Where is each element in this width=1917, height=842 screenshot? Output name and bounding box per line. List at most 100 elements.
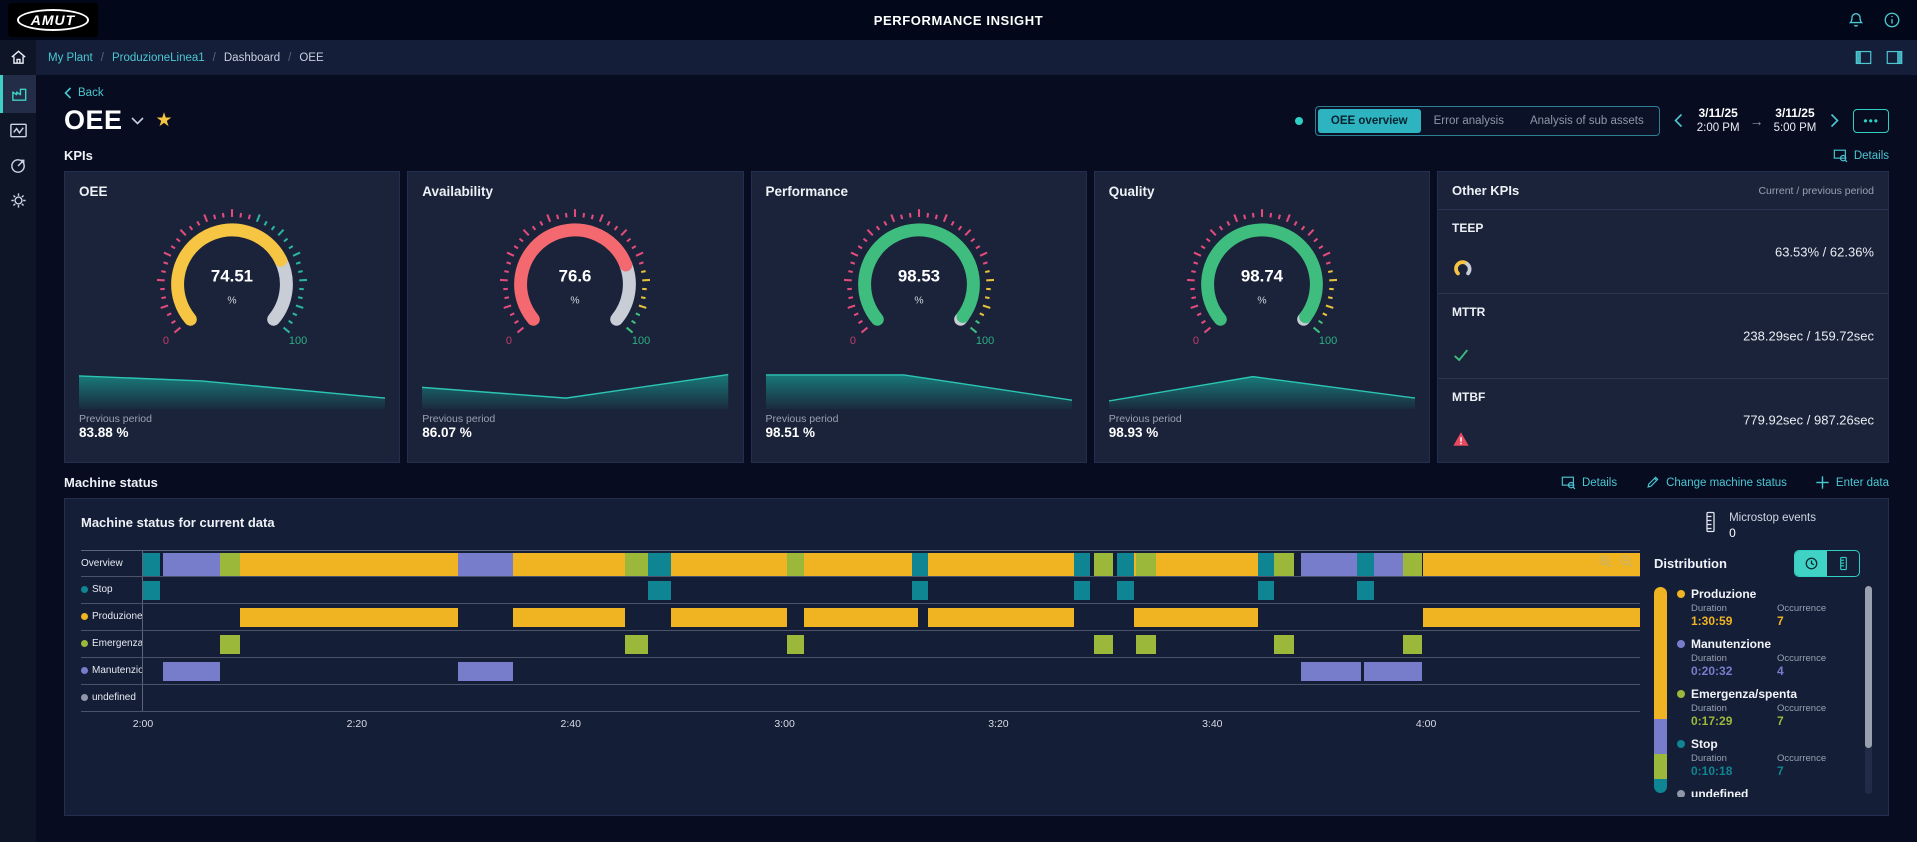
kpi-card-title: Availability (422, 184, 494, 199)
sidebar-item-monitoring[interactable] (0, 113, 36, 148)
svg-text:0: 0 (163, 335, 169, 347)
gantt-bar-produzione[interactable] (671, 552, 787, 576)
svg-text:%: % (1257, 296, 1266, 307)
kpi-details-button[interactable]: Details (1833, 148, 1889, 163)
distribution-bar-segment (1654, 778, 1667, 793)
gantt-bar-produzione[interactable] (671, 607, 787, 627)
distribution-scrollbar-thumb[interactable] (1865, 585, 1872, 749)
sidebar-item-home[interactable] (0, 40, 36, 75)
microstop-value: 0 (1729, 525, 1736, 540)
gantt-bar-emergenza[interactable] (1136, 634, 1156, 654)
gantt-bar-manutenzione[interactable] (458, 552, 513, 576)
breadcrumb-produzionelinea1[interactable]: ProduzioneLinea1 (112, 52, 205, 64)
machine-status-panel: Machine status for current data Microsto… (64, 498, 1889, 816)
gantt-bar-emergenza[interactable] (1136, 552, 1156, 576)
notifications-icon[interactable] (1847, 11, 1865, 29)
gantt-bar-produzione[interactable] (927, 552, 1075, 576)
favorite-star-icon[interactable]: ★ (156, 109, 173, 132)
page-title: OEE (64, 105, 123, 135)
gantt-bar-manutenzione[interactable] (1301, 552, 1361, 576)
gantt-bar-manutenzione[interactable] (458, 661, 513, 681)
gantt-bar-manutenzione[interactable] (1301, 661, 1361, 681)
occurrence-value: 7 (1777, 713, 1784, 728)
gantt-bar-emergenza[interactable] (786, 634, 804, 654)
more-options-button[interactable]: ••• (1853, 108, 1889, 133)
gantt-bar-manutenzione[interactable] (1364, 661, 1422, 681)
duration-view-button[interactable] (1795, 550, 1827, 576)
gantt-bar-stop[interactable] (143, 580, 161, 600)
gantt-bar-emergenza[interactable] (625, 552, 648, 576)
tab-oee-overview[interactable]: OEE overview (1317, 108, 1421, 133)
microstop-icon (1704, 511, 1717, 533)
gantt-bar-stop[interactable] (1258, 580, 1275, 600)
gantt-bar-emergenza[interactable] (1093, 552, 1113, 576)
other-kpis-subtitle: Current / previous period (1758, 184, 1874, 197)
gantt-bar-produzione[interactable] (1134, 607, 1259, 627)
factory-icon (10, 85, 29, 104)
gantt-bar-emergenza[interactable] (1402, 634, 1422, 654)
gantt-bar-produzione[interactable] (512, 607, 626, 627)
breadcrumb-dashboard[interactable]: Dashboard (224, 52, 280, 64)
gantt-bar-stop[interactable] (1258, 552, 1275, 576)
gantt-bar-emergenza[interactable] (1093, 634, 1113, 654)
gantt-bar-emergenza[interactable] (219, 634, 241, 654)
category-dot-icon (81, 613, 88, 621)
gantt-bar-stop[interactable] (911, 552, 928, 576)
distribution-entry-name: Manutenzione (1691, 636, 1771, 651)
mtbf-value: 779.92sec / 987.26sec (1743, 412, 1874, 428)
occurrence-view-button[interactable] (1827, 551, 1859, 576)
other-kpis-card: Other KPIs Current / previous period TEE… (1437, 171, 1889, 463)
gantt-bar-stop[interactable] (1074, 580, 1091, 600)
gantt-bar-produzione[interactable] (240, 607, 459, 627)
gantt-bar-stop[interactable] (911, 580, 928, 600)
gantt-bar-produzione[interactable] (803, 552, 919, 576)
gantt-bar-stop[interactable] (1117, 580, 1135, 600)
gantt-bar-produzione[interactable] (803, 607, 919, 627)
gantt-track (143, 685, 1640, 711)
info-icon[interactable] (1883, 11, 1901, 29)
gantt-bar-stop[interactable] (143, 552, 161, 576)
gantt-bar-manutenzione[interactable] (163, 661, 220, 681)
next-period-chevron-icon[interactable] (1828, 113, 1841, 128)
sidebar-item-plant[interactable] (0, 75, 36, 113)
previous-period-chevron-icon[interactable] (1672, 113, 1685, 128)
gantt-bar-stop[interactable] (1356, 580, 1374, 600)
gantt-bar-stop[interactable] (1074, 552, 1091, 576)
gantt-bar-manutenzione[interactable] (163, 552, 220, 576)
gantt-bar-emergenza[interactable] (1274, 634, 1294, 654)
gantt-bar-produzione[interactable] (512, 552, 626, 576)
sidebar-item-settings[interactable] (0, 183, 36, 218)
breadcrumb-my-plant[interactable]: My Plant (48, 52, 93, 64)
gantt-bar-produzione[interactable] (240, 552, 459, 576)
gantt-bar-stop[interactable] (1117, 552, 1135, 576)
gantt-bar-emergenza[interactable] (786, 552, 804, 576)
gantt-row-label: Emergenza/... (81, 630, 143, 657)
gantt-bar-stop[interactable] (1356, 552, 1374, 576)
date-to-time: 5:00 PM (1773, 121, 1817, 134)
gantt-axis-label: 2:00 (132, 717, 154, 730)
back-button[interactable]: Back (64, 87, 124, 99)
title-dropdown-chevron-icon[interactable] (130, 116, 144, 125)
zoom-in-icon[interactable] (1598, 554, 1613, 569)
gantt-row-label: Overview (81, 550, 143, 576)
gantt-bar-produzione[interactable] (927, 607, 1075, 627)
toggle-right-panel-icon[interactable] (1886, 50, 1903, 65)
machine-status-details-button[interactable]: Details (1561, 475, 1617, 490)
gantt-bar-emergenza[interactable] (1402, 552, 1422, 576)
tab-error-analysis[interactable]: Error analysis (1421, 109, 1517, 133)
gantt-bar-emergenza[interactable] (625, 634, 648, 654)
change-machine-status-button[interactable]: Change machine status (1645, 475, 1787, 490)
tab-analysis-sub-assets[interactable]: Analysis of sub assets (1517, 109, 1657, 133)
date-range[interactable]: 3/11/25 2:00 PM → 3/11/25 5:00 PM (1697, 106, 1817, 135)
toggle-left-panel-icon[interactable] (1855, 50, 1872, 65)
zoom-out-icon[interactable] (1619, 554, 1634, 569)
kpi-card-title: OEE (79, 184, 108, 199)
gantt-bar-stop[interactable] (647, 580, 672, 600)
sidebar-item-analysis[interactable] (0, 148, 36, 183)
gantt-bar-produzione[interactable] (1422, 607, 1640, 627)
enter-data-button[interactable]: Enter data (1815, 475, 1889, 490)
availability-gauge: 76.6% 0 100 (422, 199, 728, 367)
gantt-bar-emergenza[interactable] (219, 552, 241, 576)
gantt-bar-emergenza[interactable] (1274, 552, 1294, 576)
gantt-bar-stop[interactable] (647, 552, 672, 576)
